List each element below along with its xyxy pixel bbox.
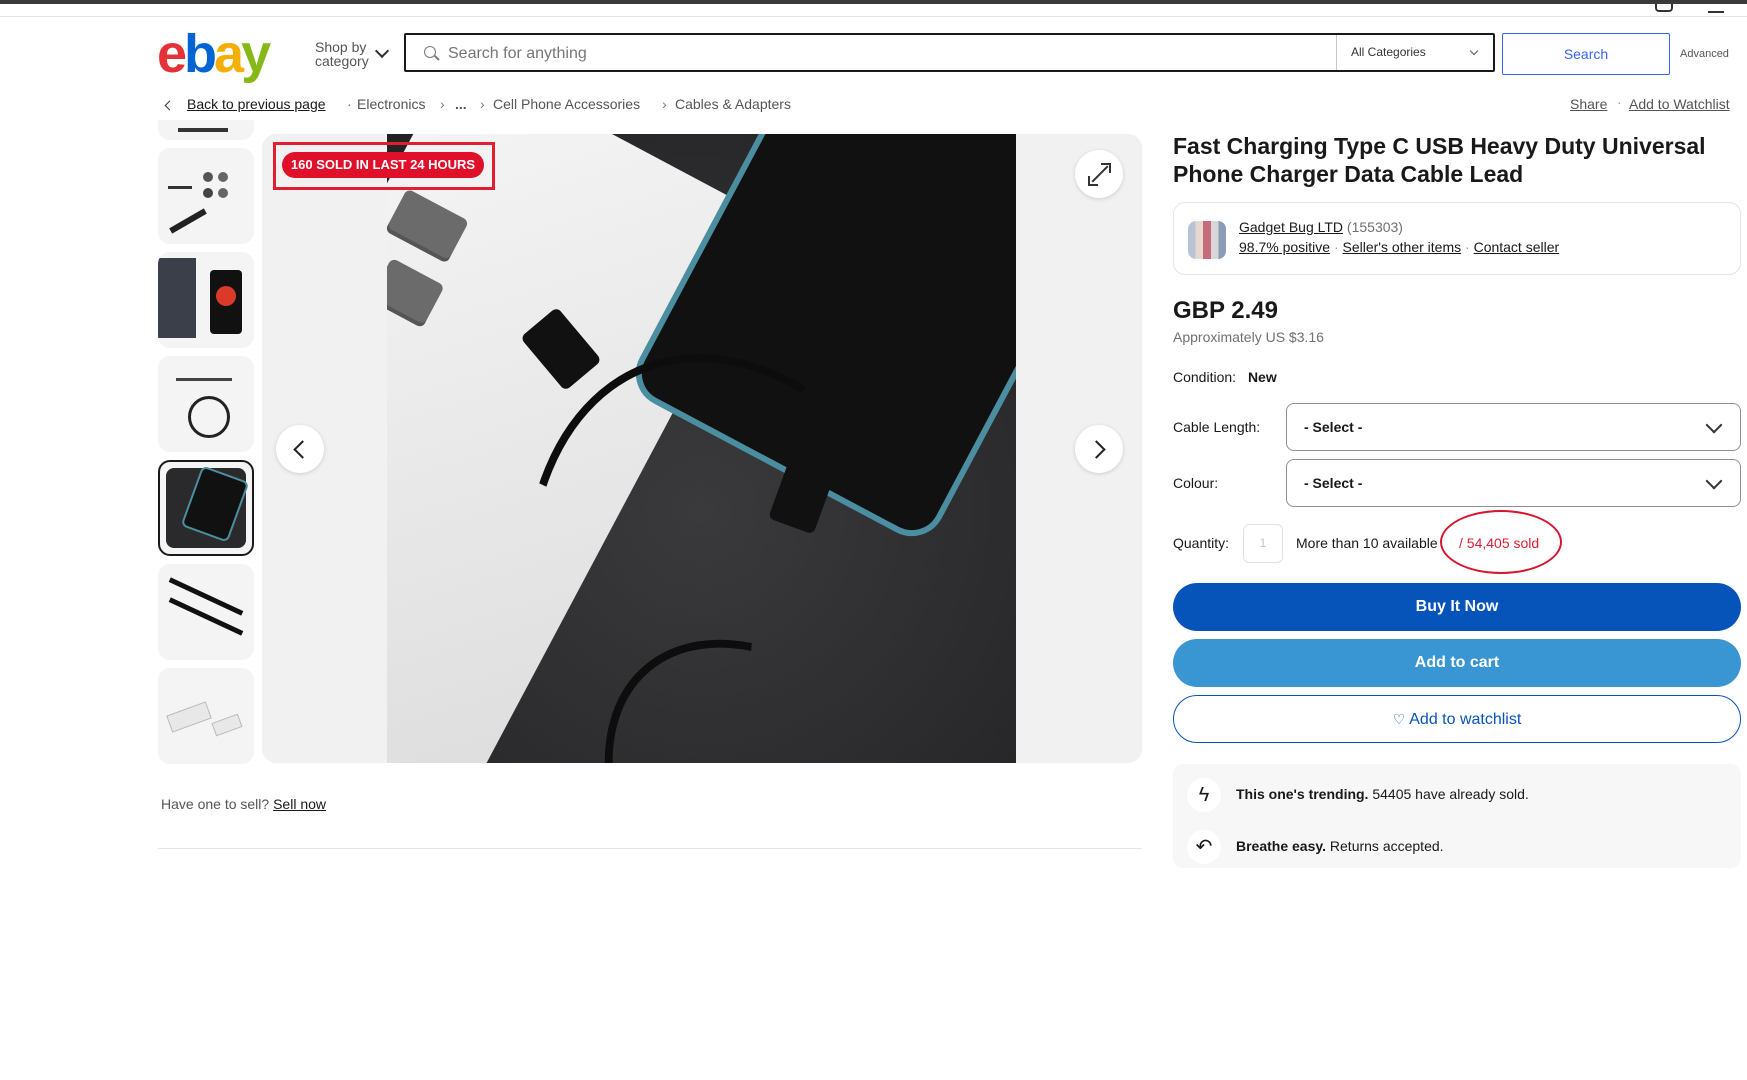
thumbnail-3[interactable] <box>158 356 254 452</box>
breadcrumb-more[interactable]: ... <box>455 96 467 112</box>
chevron-right-icon <box>1087 440 1106 459</box>
item-title: Fast Charging Type C USB Heavy Duty Univ… <box>1173 133 1706 187</box>
item-highlights: ϟ This one's trending. 54405 have alread… <box>1173 764 1741 868</box>
shop-by-category-button[interactable]: Shop by category <box>315 39 390 69</box>
cable-length-select[interactable]: - Select - <box>1286 403 1741 451</box>
top-nav-bar <box>0 4 1747 17</box>
returns-bold: Breathe easy. <box>1236 838 1327 854</box>
breadcrumb-chevron-icon: › <box>440 96 445 112</box>
quantity-label: Quantity: <box>1173 535 1230 551</box>
category-select-value: All Categories <box>1351 45 1426 59</box>
cable-length-value: - Select - <box>1304 419 1363 435</box>
advanced-search-link[interactable]: Advanced <box>1680 48 1729 60</box>
ebay-logo[interactable]: ebay <box>157 26 271 82</box>
sell-now-link[interactable]: Sell now <box>273 796 326 812</box>
search-icon <box>424 46 436 58</box>
thumbnail-2[interactable] <box>158 252 254 348</box>
search-input[interactable] <box>446 39 1330 68</box>
seller-feedback-count: (155303) <box>1346 219 1403 235</box>
notification-bell-icon[interactable] <box>1655 4 1673 12</box>
breadcrumb-cables-adapters[interactable]: Cables & Adapters <box>675 96 791 112</box>
thumbnail-4-selected[interactable] <box>158 460 254 556</box>
cable-length-label: Cable Length: <box>1173 419 1261 435</box>
share-link[interactable]: Share <box>1570 96 1607 112</box>
search-bar: All Categories <box>404 33 1495 72</box>
next-image-button[interactable] <box>1075 425 1123 473</box>
add-to-watchlist-link[interactable]: Add to Watchlist <box>1629 96 1730 112</box>
thumbnail-1[interactable] <box>158 148 254 244</box>
colour-value: - Select - <box>1304 475 1363 491</box>
expand-button[interactable] <box>1075 150 1123 198</box>
seller-positive-link[interactable]: 98.7% positive <box>1239 239 1330 255</box>
condition-value: New <box>1247 369 1277 385</box>
product-photo <box>387 134 1016 763</box>
seller-avatar[interactable] <box>1188 221 1226 259</box>
item-price: GBP 2.49 <box>1173 297 1278 324</box>
add-to-cart-button[interactable]: Add to cart <box>1173 639 1741 687</box>
trending-bold: This one's trending. <box>1236 786 1369 802</box>
breadcrumb-cell-phone-accessories[interactable]: Cell Phone Accessories <box>493 96 640 112</box>
sell-prompt: Have one to sell? Sell now <box>161 796 326 812</box>
condition-label: Condition: <box>1173 369 1237 385</box>
heart-icon: ♡ <box>1392 711 1406 727</box>
main-product-image[interactable]: 160 SOLD IN LAST 24 HOURS <box>262 134 1142 763</box>
chevron-left-icon[interactable] <box>164 100 175 111</box>
sell-prompt-text: Have one to sell? <box>161 796 270 812</box>
quantity-input[interactable]: 1 <box>1243 524 1283 563</box>
add-to-watchlist-label: Add to watchlist <box>1409 711 1522 728</box>
shop-by-category-label: Shop by category <box>315 39 369 69</box>
returns-row: ↶ Breathe easy. Returns accepted. <box>1173 826 1741 866</box>
breadcrumb-chevron-icon: › <box>480 96 485 112</box>
seller-other-items-link[interactable]: Seller's other items <box>1343 239 1462 255</box>
sold-badge: 160 SOLD IN LAST 24 HOURS <box>282 152 484 178</box>
thumbnail-0[interactable] <box>158 120 254 140</box>
colour-select[interactable]: - Select - <box>1286 459 1741 507</box>
divider <box>158 848 1142 849</box>
search-button[interactable]: Search <box>1502 33 1670 75</box>
chevron-down-icon <box>1705 472 1723 490</box>
contact-seller-link[interactable]: Contact seller <box>1474 239 1560 255</box>
approx-price: Approximately US $3.16 <box>1173 329 1324 345</box>
add-to-watchlist-button[interactable]: ♡ Add to watchlist <box>1173 695 1741 743</box>
returns-text: Returns accepted. <box>1329 838 1444 854</box>
sold-badge-frame: 160 SOLD IN LAST 24 HOURS <box>273 142 495 190</box>
seller-name-link[interactable]: Gadget Bug LTD <box>1239 219 1343 235</box>
seller-card: Gadget Bug LTD (155303) 98.7% positive ·… <box>1173 202 1741 275</box>
previous-image-button[interactable] <box>276 425 324 473</box>
buy-it-now-button[interactable]: Buy It Now <box>1173 583 1741 631</box>
cart-icon[interactable] <box>1708 5 1724 13</box>
condition: Condition: New <box>1173 369 1277 385</box>
colour-label: Colour: <box>1173 475 1219 491</box>
chevron-down-icon <box>1469 46 1479 56</box>
breadcrumb-chevron-icon: › <box>662 96 667 112</box>
chevron-down-icon <box>1705 416 1723 434</box>
category-select[interactable]: All Categories <box>1336 35 1493 70</box>
breadcrumb-separator: · <box>347 96 352 112</box>
chevron-down-icon <box>374 43 390 59</box>
chevron-left-icon <box>293 440 312 459</box>
availability-text: More than 10 available <box>1296 535 1438 551</box>
separator-dot: · <box>1617 94 1622 110</box>
lightning-icon: ϟ <box>1187 778 1221 812</box>
back-to-previous-page-link[interactable]: Back to previous page <box>187 96 326 112</box>
breadcrumb-electronics[interactable]: Electronics <box>357 96 425 112</box>
trending-row: ϟ This one's trending. 54405 have alread… <box>1173 774 1741 814</box>
sold-count-annotation-circle <box>1440 510 1562 574</box>
thumbnail-6[interactable] <box>158 668 254 764</box>
return-arrow-icon: ↶ <box>1187 830 1221 864</box>
trending-text: 54405 have already sold. <box>1372 786 1529 802</box>
thumbnail-5[interactable] <box>158 564 254 660</box>
